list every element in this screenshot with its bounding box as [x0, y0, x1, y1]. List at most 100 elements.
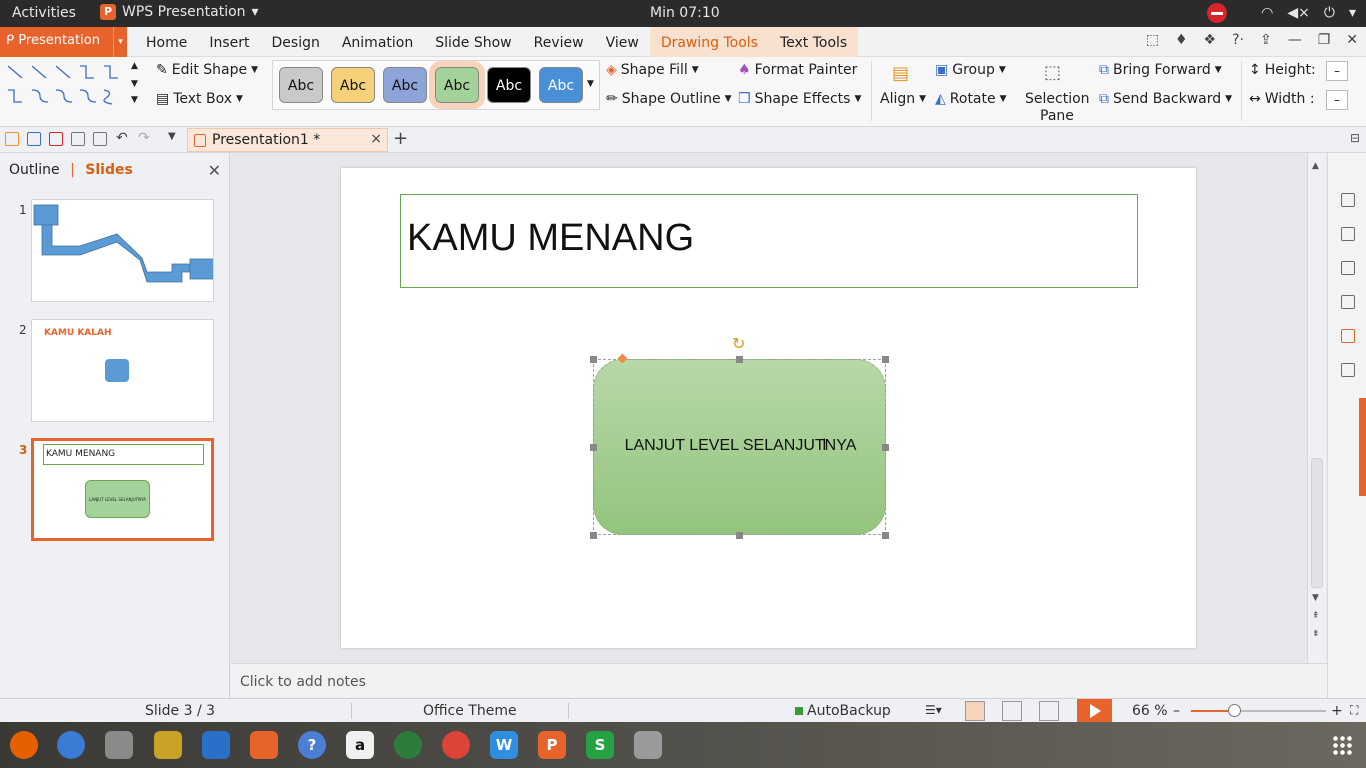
chevron-down-icon[interactable]: ▾ [113, 27, 127, 57]
upload-icon[interactable]: ⇪ [1260, 32, 1272, 48]
zoom-slider[interactable] [1191, 704, 1326, 717]
gallery-scroll-up-icon[interactable]: ▲ [131, 61, 138, 71]
help-icon[interactable]: ? [298, 731, 326, 759]
presentation-menu-button[interactable]: ᑭ Presentation ▾ [0, 27, 127, 57]
bring-forward-button[interactable]: ⧉ Bring Forward ▼ [1099, 62, 1222, 78]
tab-design[interactable]: Design [261, 27, 331, 57]
resize-handle-w[interactable] [590, 444, 597, 451]
restore-icon[interactable]: ❐ [1318, 32, 1331, 48]
export-pdf-icon[interactable] [49, 132, 63, 146]
selection-pane-button-line2[interactable]: Pane [1040, 108, 1074, 124]
tab-slides[interactable]: Slides [85, 162, 133, 178]
close-icon[interactable]: ✕ [1346, 32, 1358, 48]
slide-title[interactable]: KAMU MENANG [407, 217, 694, 260]
new-document-icon[interactable] [1341, 193, 1355, 207]
wps-writer-icon[interactable]: W [490, 731, 518, 759]
zoom-level[interactable]: 66 % [1132, 703, 1168, 719]
save-icon[interactable] [27, 132, 41, 146]
shape-fill-button[interactable]: ◈ Shape Fill ▼ [606, 62, 699, 78]
gallery-more-icon[interactable]: ▼ [587, 79, 594, 89]
gallery-scroll-down-icon[interactable]: ▼ [131, 79, 138, 89]
tab-text-tools[interactable]: Text Tools [768, 27, 859, 57]
slide-thumbnail-3[interactable]: KAMU MENANG LANJUT LEVEL SELANJUTNYA [31, 438, 214, 541]
print-preview-icon[interactable] [93, 132, 107, 146]
reading-view-icon[interactable] [1039, 701, 1059, 721]
next-slide-icon[interactable]: ⇟ [1312, 629, 1320, 639]
collapse-pane-tab[interactable] [1359, 398, 1366, 496]
tab-view[interactable]: View [595, 27, 650, 57]
slide-thumbnail-2[interactable]: KAMU KALAH [31, 319, 214, 422]
resize-handle-nw[interactable] [590, 356, 597, 363]
align-icon[interactable]: ▤ [892, 63, 909, 84]
send-backward-button[interactable]: ⧉ Send Backward ▼ [1099, 91, 1232, 107]
tab-outline[interactable]: Outline [9, 162, 60, 178]
help-icon[interactable]: ?· [1232, 32, 1244, 48]
close-icon[interactable]: × [370, 131, 382, 147]
zoom-out-icon[interactable]: – [1173, 703, 1180, 719]
chat-icon[interactable]: ❖ [1204, 32, 1217, 48]
volume-muted-icon[interactable]: ◀× [1287, 5, 1310, 21]
vertical-scrollbar[interactable]: ▲ ▼ ⇞ ⇟ [1307, 153, 1326, 663]
tab-drawing-tools[interactable]: Drawing Tools [649, 27, 769, 57]
open-icon[interactable] [5, 132, 19, 146]
camera-icon[interactable] [634, 731, 662, 759]
resize-handle-sw[interactable] [590, 532, 597, 539]
height-input[interactable]: – [1326, 61, 1348, 81]
slide-canvas[interactable]: KAMU MENANG LANJUT LEVEL SELANJUTNYA ↻ I [231, 153, 1307, 663]
activities-button[interactable]: Activities [12, 5, 76, 21]
resize-handle-e[interactable] [882, 444, 889, 451]
wps-presentation-icon[interactable]: P [538, 731, 566, 759]
resize-handle-n[interactable] [736, 356, 743, 363]
rotate-handle-icon[interactable]: ↻ [732, 334, 745, 353]
globe-icon[interactable] [394, 731, 422, 759]
customize-toolbar-icon[interactable]: ▼ [168, 131, 176, 142]
play-slideshow-button[interactable] [1077, 699, 1112, 722]
firefox-icon[interactable] [10, 731, 38, 759]
shape-style-blue[interactable]: Abc [383, 67, 427, 103]
shape-style-green[interactable]: Abc [429, 61, 485, 109]
notes-toggle-icon[interactable]: ☰▾ [925, 703, 942, 717]
selection-pane-icon[interactable]: ⬚ [1044, 62, 1061, 83]
notes-area[interactable]: Click to add notes [231, 663, 1327, 698]
shape-style-bright-blue[interactable]: Abc [539, 67, 583, 103]
writer-icon[interactable] [202, 731, 230, 759]
notes-placeholder[interactable]: Click to add notes [240, 674, 366, 690]
current-slide[interactable]: KAMU MENANG LANJUT LEVEL SELANJUTNYA ↻ I [341, 168, 1196, 648]
thunderbird-icon[interactable] [57, 731, 85, 759]
chrome-icon[interactable] [442, 731, 470, 759]
software-center-icon[interactable] [250, 731, 278, 759]
clock[interactable]: Min 07:10 [650, 5, 720, 21]
previous-slide-icon[interactable]: ⇞ [1312, 611, 1320, 621]
new-tab-icon[interactable]: + [393, 128, 408, 149]
shape-outline-button[interactable]: ✏ Shape Outline ▼ [606, 91, 732, 107]
redo-icon[interactable]: ↷ [138, 130, 150, 146]
layout-icon[interactable] [1341, 261, 1355, 275]
print-icon[interactable] [71, 132, 85, 146]
tab-review[interactable]: Review [523, 27, 595, 57]
wps-spreadsheet-icon[interactable]: S [586, 731, 614, 759]
zoom-slider-knob[interactable] [1228, 704, 1241, 717]
search-doc-icon[interactable] [1341, 329, 1355, 343]
close-icon[interactable]: ✕ [208, 161, 221, 180]
fit-window-icon[interactable]: ⛶ [1350, 703, 1358, 718]
chevron-down-icon[interactable]: ▾ [1349, 5, 1356, 21]
align-button[interactable]: Align ▼ [880, 91, 926, 107]
resize-handle-s[interactable] [736, 532, 743, 539]
width-input[interactable]: – [1326, 90, 1348, 110]
system-tray[interactable]: ◠ ◀× ⏻ ▾ [1207, 3, 1356, 23]
shape-style-yellow[interactable]: Abc [331, 67, 375, 103]
transition-icon[interactable] [1341, 227, 1355, 241]
tab-home[interactable]: Home [135, 27, 198, 57]
minimize-icon[interactable]: — [1288, 32, 1302, 48]
text-box-button[interactable]: ▤ Text Box ▼ [156, 91, 243, 107]
title-placeholder[interactable]: KAMU MENANG [400, 194, 1138, 288]
scroll-up-icon[interactable]: ▲ [1312, 161, 1319, 171]
power-icon[interactable]: ⏻ [1324, 5, 1335, 21]
slide-sorter-view-icon[interactable] [1002, 701, 1022, 721]
edit-shape-button[interactable]: ✎ Edit Shape ▼ [156, 62, 258, 78]
tab-menu-icon[interactable]: ⊟ [1350, 131, 1360, 145]
normal-view-icon[interactable] [965, 701, 985, 721]
tab-insert[interactable]: Insert [198, 27, 260, 57]
shirt-icon[interactable]: ♦ [1175, 32, 1188, 48]
shape-style-gray[interactable]: Abc [279, 67, 323, 103]
